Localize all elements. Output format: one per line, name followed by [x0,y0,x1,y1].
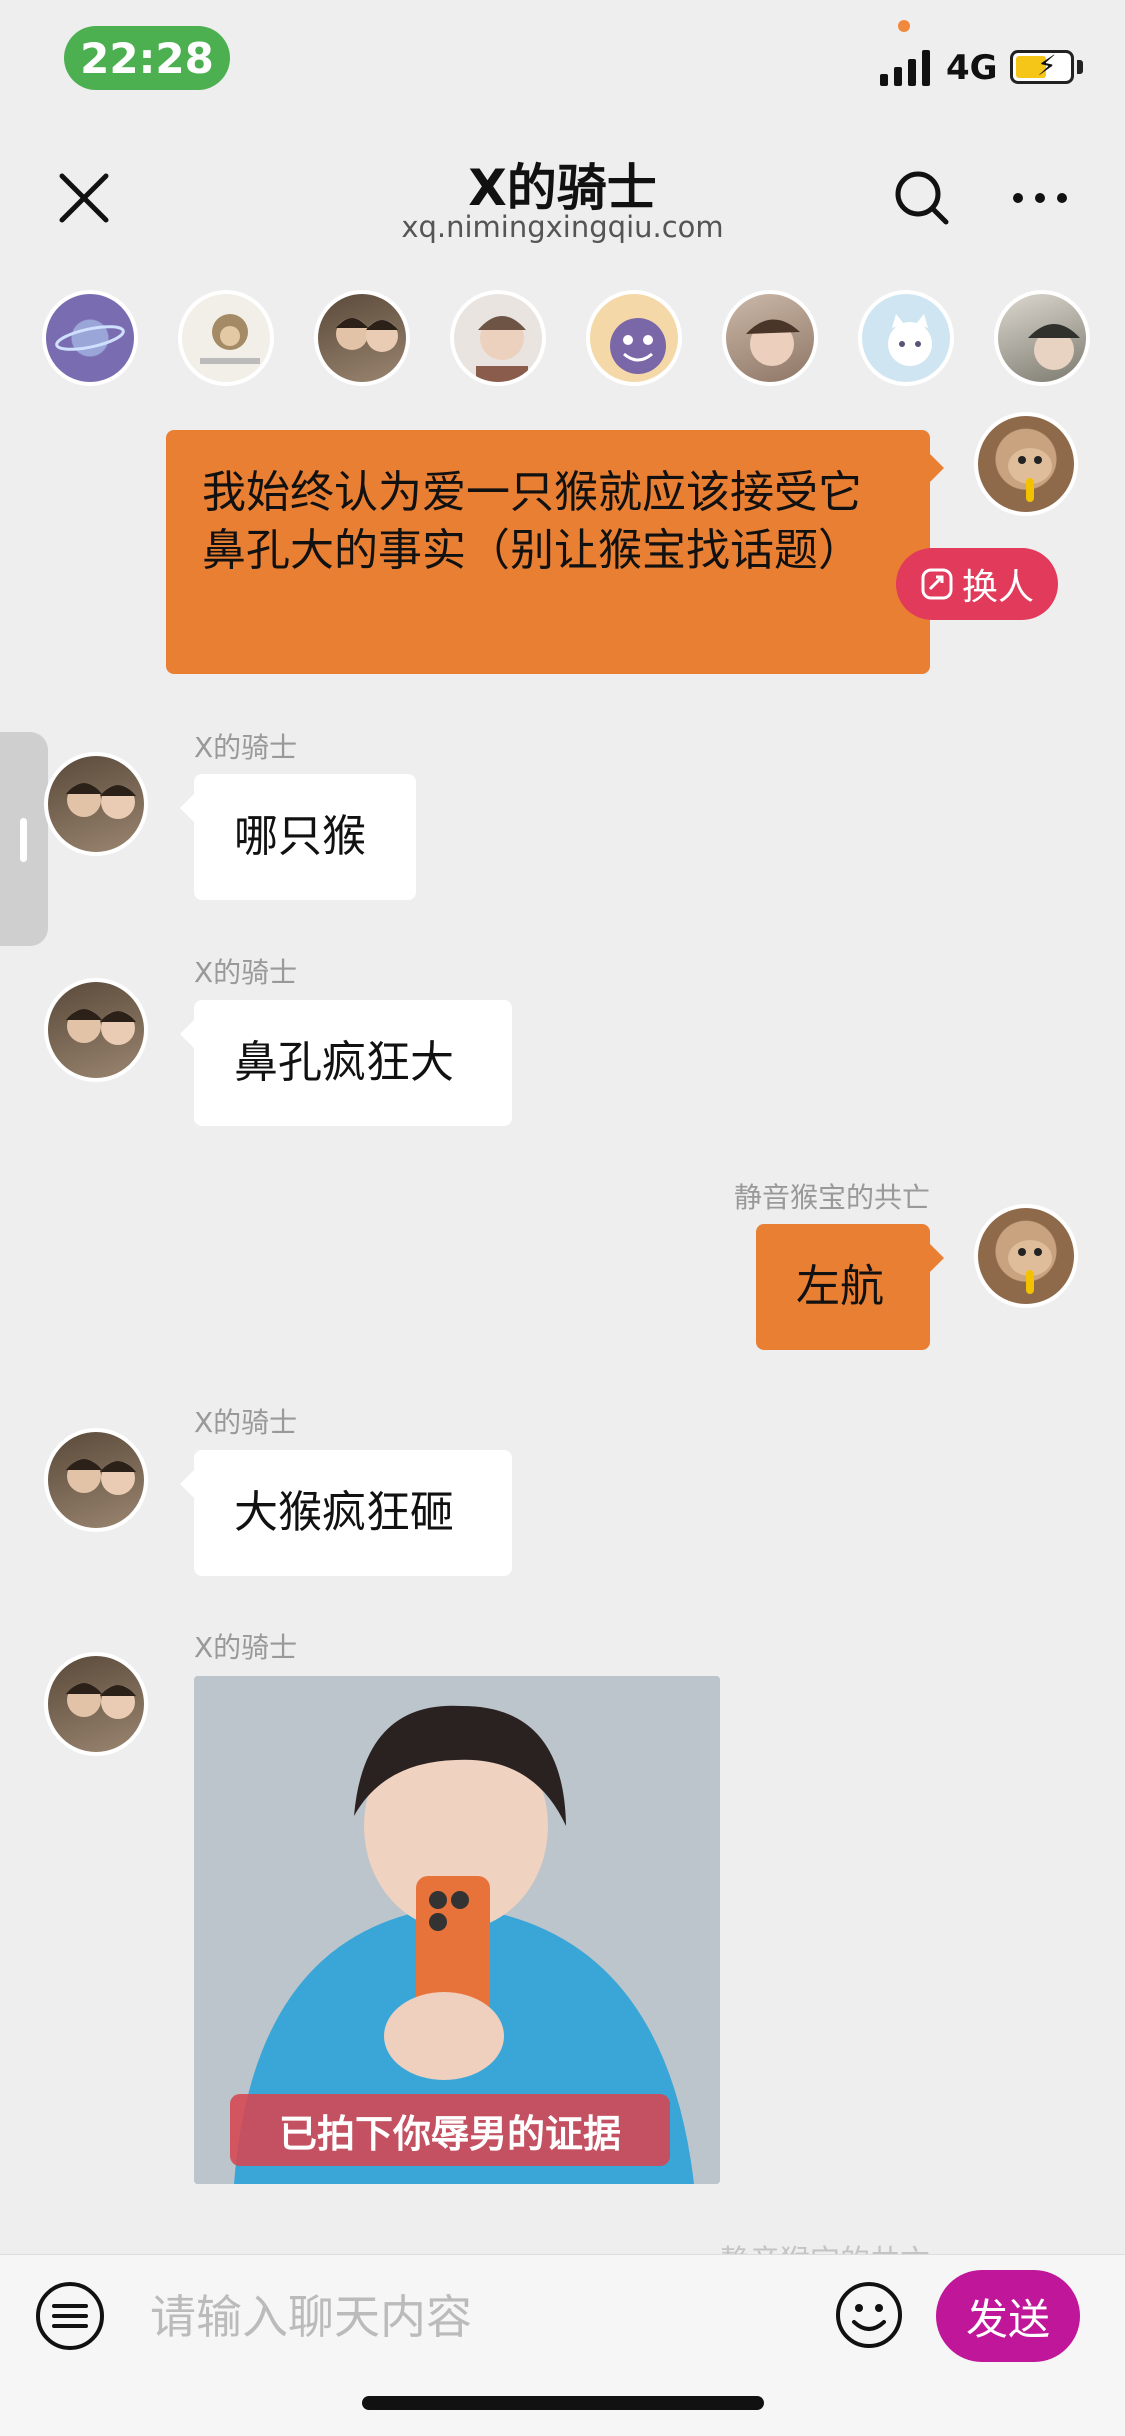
planet-avatar[interactable] [42,290,138,386]
image-message[interactable]: 已拍下你辱男的证据 [194,1676,720,2184]
message-bubble-other[interactable]: 大猴疯狂砸 [194,1450,512,1576]
bubble-tail [930,454,944,482]
home-indicator[interactable] [362,2396,764,2410]
switch-person-button[interactable]: 换人 [896,548,1058,620]
sender-name: X的骑士 [194,731,298,764]
boy-avatar-3[interactable] [722,290,818,386]
other-user-avatar[interactable] [44,978,148,1082]
message-bubble-self[interactable]: 我始终认为爱一只猴就应该接受它鼻孔大的事实（别让猴宝找话题） [166,430,930,674]
bubble-tail [180,794,194,822]
swap-icon [921,568,953,600]
boy-avatar-4[interactable] [994,290,1090,386]
sender-name-peek: 静音猴宝的共亡 [720,2236,950,2256]
battery-icon: ⚡ [1010,49,1074,84]
page-subtitle-url: xq.nimingxingqiu.com [401,210,724,244]
menu-icon[interactable] [34,2280,106,2352]
bubble-tail [180,1020,194,1048]
emoji-icon[interactable] [834,2280,904,2350]
battery-tip [1077,60,1083,74]
privacy-indicator-dot [898,20,910,32]
message-text: 我始终认为爱一只猴就应该接受它鼻孔大的事实（别让猴宝找话题） [202,467,862,576]
chat-message-input[interactable] [150,2280,800,2354]
boy-avatar-2[interactable] [450,290,546,386]
sender-name: 静音猴宝的共亡 [733,1181,930,1214]
bubble-tail [180,1470,194,1498]
network-type: 4G [946,48,998,88]
message-text: 鼻孔疯狂大 [234,1037,454,1088]
sender-name: X的骑士 [194,956,298,989]
image-caption: 已拍下你辱男的证据 [230,2094,670,2166]
side-drawer-grip [20,818,27,862]
signal-icon [880,50,930,86]
more-options-icon[interactable] [1010,190,1070,206]
other-user-avatar[interactable] [44,752,148,856]
cat-avatar[interactable] [858,290,954,386]
message-text: 左航 [796,1261,884,1312]
status-time: 22:28 [64,26,230,90]
switch-person-label: 换人 [961,567,1034,608]
message-text: 哪只猴 [234,811,366,862]
message-bubble-other[interactable]: 哪只猴 [194,774,416,900]
search-icon[interactable] [892,168,952,228]
monkey-sticker-avatar[interactable] [178,290,274,386]
sender-name: X的骑士 [194,1406,298,1439]
message-bubble-other[interactable]: 鼻孔疯狂大 [194,1000,512,1126]
monkey-avatar-self[interactable] [974,1204,1078,1308]
send-button[interactable]: 发送 [936,2270,1080,2362]
other-user-avatar[interactable] [44,1428,148,1532]
message-bubble-self[interactable]: 左航 [756,1224,930,1350]
bubble-tail [930,1244,944,1272]
boy-avatar-1[interactable] [314,290,410,386]
ghost-pokemon-avatar[interactable] [586,290,682,386]
message-text: 大猴疯狂砸 [234,1487,454,1538]
monkey-avatar-self[interactable] [974,412,1078,516]
other-user-avatar[interactable] [44,1652,148,1756]
participants-avatar-row [42,290,1102,390]
sender-name: X的骑士 [194,1631,298,1664]
